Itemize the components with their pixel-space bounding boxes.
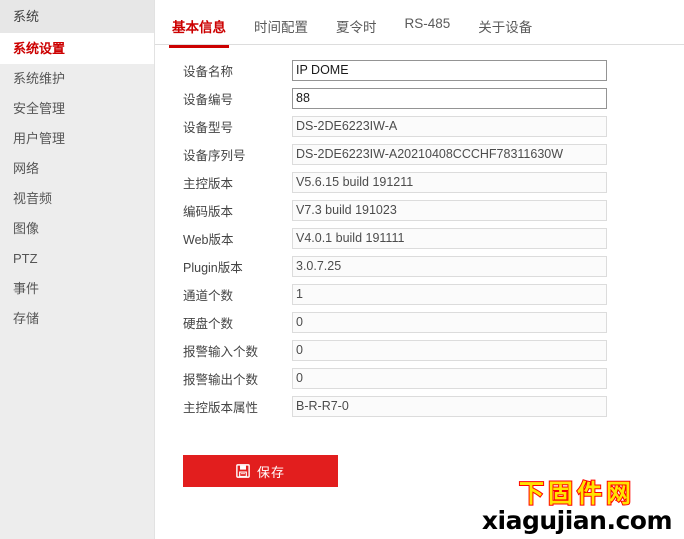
form-field-4	[292, 143, 607, 165]
form-row: 设备序列号	[155, 140, 684, 168]
save-button[interactable]: 保存	[183, 455, 338, 487]
form-row: 报警输出个数	[155, 364, 684, 392]
form-row-label: 设备名称	[183, 64, 234, 79]
sidebar-group-title: 系统	[0, 0, 154, 33]
form-field-3	[292, 115, 607, 137]
form-field-12	[292, 367, 607, 389]
form-row-label: 硬盘个数	[183, 316, 234, 331]
save-button-container: 保存	[155, 420, 684, 487]
form-row: 编码版本	[155, 196, 684, 224]
form-row: 硬盘个数	[155, 308, 684, 336]
form-row: 设备编号	[155, 84, 684, 112]
form-field-13	[292, 395, 607, 417]
sidebar-item-list: 系统设置 系统维护 安全管理 用户管理 网络 视音频 图像 PTZ 事件 存储	[0, 33, 154, 334]
form-row-label: 设备型号	[183, 120, 234, 135]
site-watermark: 下固件网 xiagujian.com	[481, 479, 673, 535]
form-field-5	[292, 171, 607, 193]
form-row-label: 主控版本属性	[183, 400, 259, 415]
tab-2[interactable]: 时间配置	[254, 0, 308, 47]
sidebar-item-3[interactable]: 安全管理	[0, 94, 154, 124]
sidebar-item-1[interactable]: 系统设置	[0, 33, 154, 64]
save-floppy-icon	[236, 464, 250, 478]
sidebar-item-5[interactable]: 网络	[0, 154, 154, 184]
tab-bar: 基本信息 时间配置 夏令时 RS-485 关于设备	[155, 0, 684, 48]
form-row: 主控版本属性	[155, 392, 684, 420]
form-row: 设备名称	[155, 56, 684, 84]
form-row-label: 设备编号	[183, 92, 234, 107]
tab-4[interactable]: RS-485	[405, 0, 451, 42]
form-field-6	[292, 199, 607, 221]
form-row: 主控版本	[155, 168, 684, 196]
sidebar-item-8[interactable]: PTZ	[0, 244, 154, 274]
sidebar-item-4[interactable]: 用户管理	[0, 124, 154, 154]
sidebar-item-7[interactable]: 图像	[0, 214, 154, 244]
form-row: 报警输入个数	[155, 336, 684, 364]
sidebar-item-10[interactable]: 存储	[0, 304, 154, 334]
form-row: Plugin版本	[155, 252, 684, 280]
save-button-label: 保存	[256, 464, 285, 480]
form-row-label: 编码版本	[183, 204, 234, 219]
form-row-label: 报警输出个数	[183, 372, 259, 387]
form-row-label: Plugin版本	[183, 260, 243, 275]
form-row-label: 报警输入个数	[183, 344, 259, 359]
form-row: 通道个数	[155, 280, 684, 308]
sidebar-navigation: 系统 系统设置 系统维护 安全管理 用户管理 网络 视音频 图像 PTZ 事件 存储	[0, 0, 155, 539]
form-row-label: Web版本	[183, 232, 234, 247]
main-content: 基本信息时间配置夏令时 RS-485 关于设备 设备名称设备编号设备型号设备序列号主…	[155, 0, 684, 539]
device-info-form: 设备名称设备编号设备型号设备序列号主控版本编码版本 Web版本 Plugin版本通道…	[155, 45, 684, 420]
tab-5[interactable]: 关于设备	[478, 0, 532, 47]
tab-3[interactable]: 夏令时	[336, 0, 377, 47]
form-field-2[interactable]	[292, 87, 607, 109]
watermark-chinese-text: 下固件网	[518, 479, 635, 508]
form-row: 设备型号	[155, 112, 684, 140]
sidebar-item-9[interactable]: 事件	[0, 274, 154, 304]
form-row-label: 主控版本	[183, 176, 234, 191]
form-field-11	[292, 339, 607, 361]
form-field-8	[292, 255, 607, 277]
form-field-1[interactable]	[292, 59, 607, 81]
watermark-domain-text: xiagujian.com	[481, 506, 673, 535]
sidebar-item-6[interactable]: 视音频	[0, 184, 154, 214]
form-field-7	[292, 227, 607, 249]
tab-1[interactable]: 基本信息	[169, 0, 229, 48]
form-field-10	[292, 311, 607, 333]
form-row: Web版本	[155, 224, 684, 252]
form-row-label: 设备序列号	[183, 148, 246, 163]
form-row-label: 通道个数	[183, 288, 234, 303]
form-field-9	[292, 283, 607, 305]
sidebar-item-2[interactable]: 系统维护	[0, 64, 154, 94]
device-basic-info-page: 系统 系统设置 系统维护 安全管理 用户管理 网络 视音频 图像 PTZ 事件 存储 基本信息 时间…	[0, 0, 684, 539]
